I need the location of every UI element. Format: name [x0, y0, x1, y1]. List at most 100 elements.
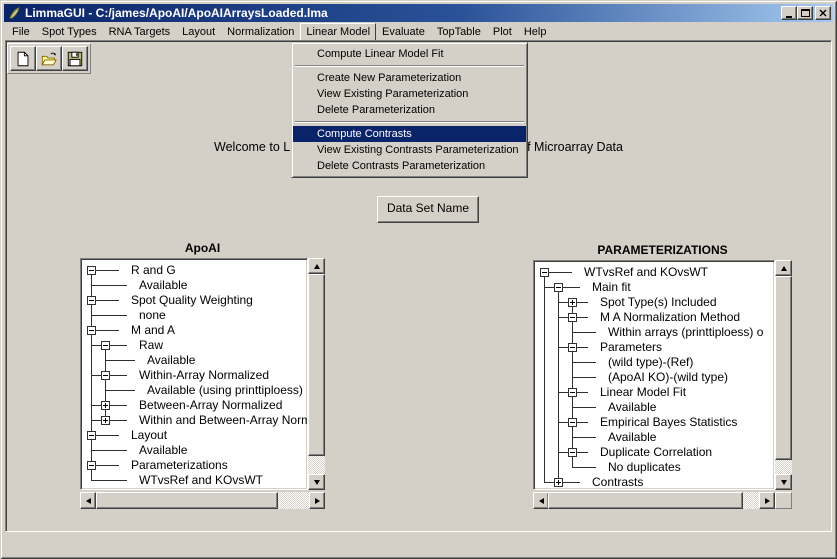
tree-collapse-icon[interactable] — [87, 326, 96, 335]
tree-item-label[interactable]: Available — [147, 353, 195, 368]
maximize-button[interactable] — [797, 6, 813, 20]
menubar-item-file[interactable]: File — [6, 23, 36, 41]
tree-item-label[interactable]: Available (using printtiploess) — [147, 383, 303, 398]
open-file-button[interactable] — [36, 46, 62, 71]
toolbar — [7, 43, 91, 74]
tree-row: Contrasts — [536, 475, 772, 490]
tree-item-label[interactable]: Linear Model Fit — [600, 385, 686, 400]
tree-expand-icon[interactable] — [101, 416, 110, 425]
close-button[interactable] — [815, 6, 831, 20]
tree-item-label[interactable]: Within arrays (printtiploess) o — [608, 325, 763, 340]
titlebar[interactable]: LimmaGUI - C:/james/ApoAI/ApoAIArraysLoa… — [4, 4, 833, 22]
tree-item-label[interactable]: Parameterizations — [131, 458, 228, 473]
menubar-item-help[interactable]: Help — [518, 23, 553, 41]
tree-item-label[interactable]: No duplicates — [608, 460, 681, 475]
tree-collapse-icon[interactable] — [101, 341, 110, 350]
tree-collapse-icon[interactable] — [101, 371, 110, 380]
tree-collapse-icon[interactable] — [568, 418, 577, 427]
scroll-thumb[interactable] — [308, 274, 325, 456]
data-set-name-button[interactable]: Data Set Name — [377, 196, 479, 223]
apoai-tree-vertical-scrollbar[interactable] — [308, 258, 325, 490]
apoai-tree-horizontal-scrollbar[interactable] — [80, 492, 325, 509]
tree-collapse-icon[interactable] — [568, 388, 577, 397]
tree-collapse-icon[interactable] — [87, 266, 96, 275]
tree-item-label[interactable]: Available — [608, 400, 656, 415]
menu-item-view-existing-contrasts-parameterization[interactable]: View Existing Contrasts Parameterization — [293, 142, 526, 158]
tree-item-label[interactable]: M and A — [131, 323, 175, 338]
tree-item-label[interactable]: Main fit — [592, 280, 631, 295]
menubar-item-spot-types[interactable]: Spot Types — [36, 23, 103, 41]
tree-item-label[interactable]: WTvsRef and KOvsWT — [584, 265, 708, 280]
linear-model-menu: Compute Linear Model Fit Create New Param… — [291, 42, 528, 178]
scroll-thumb[interactable] — [96, 492, 278, 509]
tree-expand-icon[interactable] — [101, 401, 110, 410]
menubar-item-toptable[interactable]: TopTable — [431, 23, 487, 41]
tree-item-label[interactable]: WTvsRef and KOvsWT — [139, 473, 263, 488]
tree-expand-icon[interactable] — [568, 298, 577, 307]
tree-collapse-icon[interactable] — [568, 343, 577, 352]
tree-item-label[interactable]: Empirical Bayes Statistics — [600, 415, 737, 430]
scroll-left-button[interactable] — [533, 492, 549, 509]
apoai-tree-canvas: R and GAvailableSpot Quality Weightingno… — [80, 258, 308, 490]
tree-expand-icon[interactable] — [554, 478, 563, 487]
maximize-icon — [801, 9, 810, 17]
scroll-right-button[interactable] — [309, 492, 325, 509]
tree-item-label[interactable]: Spot Type(s) Included — [600, 295, 717, 310]
tree-item-label[interactable]: M A Normalization Method — [600, 310, 740, 325]
open-folder-icon — [40, 50, 58, 68]
menubar-item-rna-targets[interactable]: RNA Targets — [103, 23, 177, 41]
new-file-icon — [14, 50, 32, 68]
tree-item-label[interactable]: (wild type)-(Ref) — [608, 355, 693, 370]
tree-item-label[interactable]: none — [139, 308, 166, 323]
tree-collapse-icon[interactable] — [87, 461, 96, 470]
tree-item-label[interactable]: R and G — [131, 263, 176, 278]
menubar-item-normalization[interactable]: Normalization — [221, 23, 300, 41]
menu-separator — [295, 121, 524, 123]
menubar-item-plot[interactable]: Plot — [487, 23, 518, 41]
tree-item-label[interactable]: Parameters — [600, 340, 662, 355]
tree-item-label[interactable]: Within and Between-Array Norm — [139, 413, 308, 428]
menu-separator — [295, 65, 524, 67]
scroll-up-button[interactable] — [775, 260, 792, 276]
tree-item-label[interactable]: Contrasts — [592, 475, 643, 490]
menu-item-create-new-parameterization[interactable]: Create New Parameterization — [293, 70, 526, 86]
scroll-right-button[interactable] — [759, 492, 775, 509]
parameterizations-tree: WTvsRef and KOvsWTMain fitSpot Type(s) I… — [533, 260, 792, 509]
new-file-button[interactable] — [10, 46, 36, 71]
tree-item-label[interactable]: Between-Array Normalized — [139, 398, 282, 413]
tree-item-label[interactable]: Available — [139, 278, 187, 293]
parameterizations-tree-vertical-scrollbar[interactable] — [775, 260, 792, 490]
tree-collapse-icon[interactable] — [568, 313, 577, 322]
tree-row: WTvsRef and KOvsWT — [536, 265, 772, 280]
tree-collapse-icon[interactable] — [540, 268, 549, 277]
tree-item-label[interactable]: Raw — [139, 338, 163, 353]
menu-item-compute-contrasts[interactable]: Compute Contrasts — [293, 126, 526, 142]
tree-item-label[interactable]: (ApoAI KO)-(wild type) — [608, 370, 728, 385]
scroll-up-button[interactable] — [308, 258, 325, 274]
scroll-down-button[interactable] — [775, 474, 792, 490]
menubar-item-linear-model[interactable]: Linear Model — [300, 23, 376, 41]
menu-item-delete-contrasts-parameterization[interactable]: Delete Contrasts Parameterization — [293, 158, 526, 174]
tree-collapse-icon[interactable] — [87, 296, 96, 305]
tree-item-label[interactable]: Spot Quality Weighting — [131, 293, 253, 308]
tree-item-label[interactable]: Available — [139, 443, 187, 458]
menu-item-delete-parameterization[interactable]: Delete Parameterization — [293, 102, 526, 118]
tree-collapse-icon[interactable] — [554, 283, 563, 292]
scroll-thumb[interactable] — [548, 492, 743, 509]
parameterizations-tree-horizontal-scrollbar[interactable] — [533, 492, 775, 509]
tree-item-label[interactable]: Duplicate Correlation — [600, 445, 712, 460]
tree-collapse-icon[interactable] — [568, 448, 577, 457]
tree-item-label[interactable]: Layout — [131, 428, 167, 443]
menu-item-view-existing-parameterization[interactable]: View Existing Parameterization — [293, 86, 526, 102]
minimize-button[interactable] — [781, 6, 797, 20]
scroll-left-button[interactable] — [80, 492, 96, 509]
save-file-button[interactable] — [62, 46, 88, 71]
scroll-thumb[interactable] — [775, 276, 792, 460]
tree-item-label[interactable]: Within-Array Normalized — [139, 368, 269, 383]
scroll-down-button[interactable] — [308, 474, 325, 490]
menubar-item-evaluate[interactable]: Evaluate — [376, 23, 431, 41]
tree-collapse-icon[interactable] — [87, 431, 96, 440]
tree-item-label[interactable]: Available — [608, 430, 656, 445]
menu-item-compute-linear-model-fit[interactable]: Compute Linear Model Fit — [293, 46, 526, 62]
menubar-item-layout[interactable]: Layout — [176, 23, 221, 41]
